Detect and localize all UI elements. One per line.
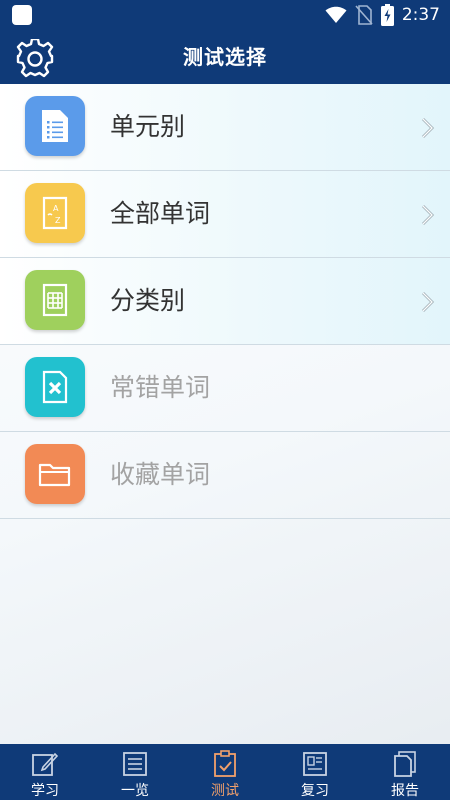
test-menu-list: 单元别 A Z 全部单词 分类别 常错单词 收藏单词 bbox=[0, 84, 450, 519]
no-sim-icon bbox=[355, 5, 373, 25]
app-header: 测试选择 bbox=[0, 30, 450, 84]
menu-item-label: 常错单词 bbox=[110, 373, 211, 402]
document-list-icon bbox=[25, 96, 85, 156]
tab-study[interactable]: 学习 bbox=[0, 744, 90, 800]
az-card-icon: A Z bbox=[25, 183, 85, 243]
svg-text:Z: Z bbox=[55, 216, 61, 225]
svg-text:A: A bbox=[53, 204, 59, 213]
tab-label: 测试 bbox=[211, 783, 239, 799]
menu-item-label: 分类别 bbox=[110, 286, 186, 315]
folder-icon bbox=[25, 444, 85, 504]
menu-item-all-words[interactable]: A Z 全部单词 bbox=[0, 171, 450, 258]
report-docs-icon bbox=[390, 750, 420, 778]
menu-item-label: 单元别 bbox=[110, 112, 186, 141]
menu-item-unit[interactable]: 单元别 bbox=[0, 84, 450, 171]
menu-item-label: 收藏单词 bbox=[110, 460, 211, 489]
status-icons: 2:37 bbox=[325, 0, 440, 30]
chevron-right-icon bbox=[421, 291, 435, 313]
battery-charging-icon bbox=[380, 4, 394, 26]
tab-report[interactable]: 报告 bbox=[360, 744, 450, 800]
tab-label: 报告 bbox=[391, 783, 419, 799]
list-icon bbox=[120, 750, 150, 778]
clipboard-check-icon bbox=[210, 750, 240, 778]
wifi-icon bbox=[325, 6, 347, 23]
bottom-tab-bar: 学习 一览 测试 复习 报告 bbox=[0, 744, 450, 800]
tab-label: 学习 bbox=[31, 783, 59, 799]
menu-item-frequent-errors[interactable]: 常错单词 bbox=[0, 345, 450, 432]
tab-review[interactable]: 复习 bbox=[270, 744, 360, 800]
tab-label: 复习 bbox=[301, 783, 329, 799]
menu-item-label: 全部单词 bbox=[110, 199, 211, 228]
pencil-note-icon bbox=[30, 750, 60, 778]
card-review-icon bbox=[300, 750, 330, 778]
status-bar: 2:37 bbox=[0, 0, 450, 30]
tab-label: 一览 bbox=[121, 783, 149, 799]
chevron-right-icon bbox=[421, 117, 435, 139]
app-notification-icon bbox=[12, 5, 32, 25]
menu-item-favorites[interactable]: 收藏单词 bbox=[0, 432, 450, 519]
page-title: 测试选择 bbox=[183, 45, 267, 69]
error-doc-icon bbox=[25, 357, 85, 417]
tab-test[interactable]: 测试 bbox=[180, 744, 270, 800]
tab-overview[interactable]: 一览 bbox=[90, 744, 180, 800]
menu-item-category[interactable]: 分类别 bbox=[0, 258, 450, 345]
chevron-right-icon bbox=[421, 204, 435, 226]
status-time: 2:37 bbox=[401, 5, 440, 25]
grid-sheet-icon bbox=[25, 270, 85, 330]
